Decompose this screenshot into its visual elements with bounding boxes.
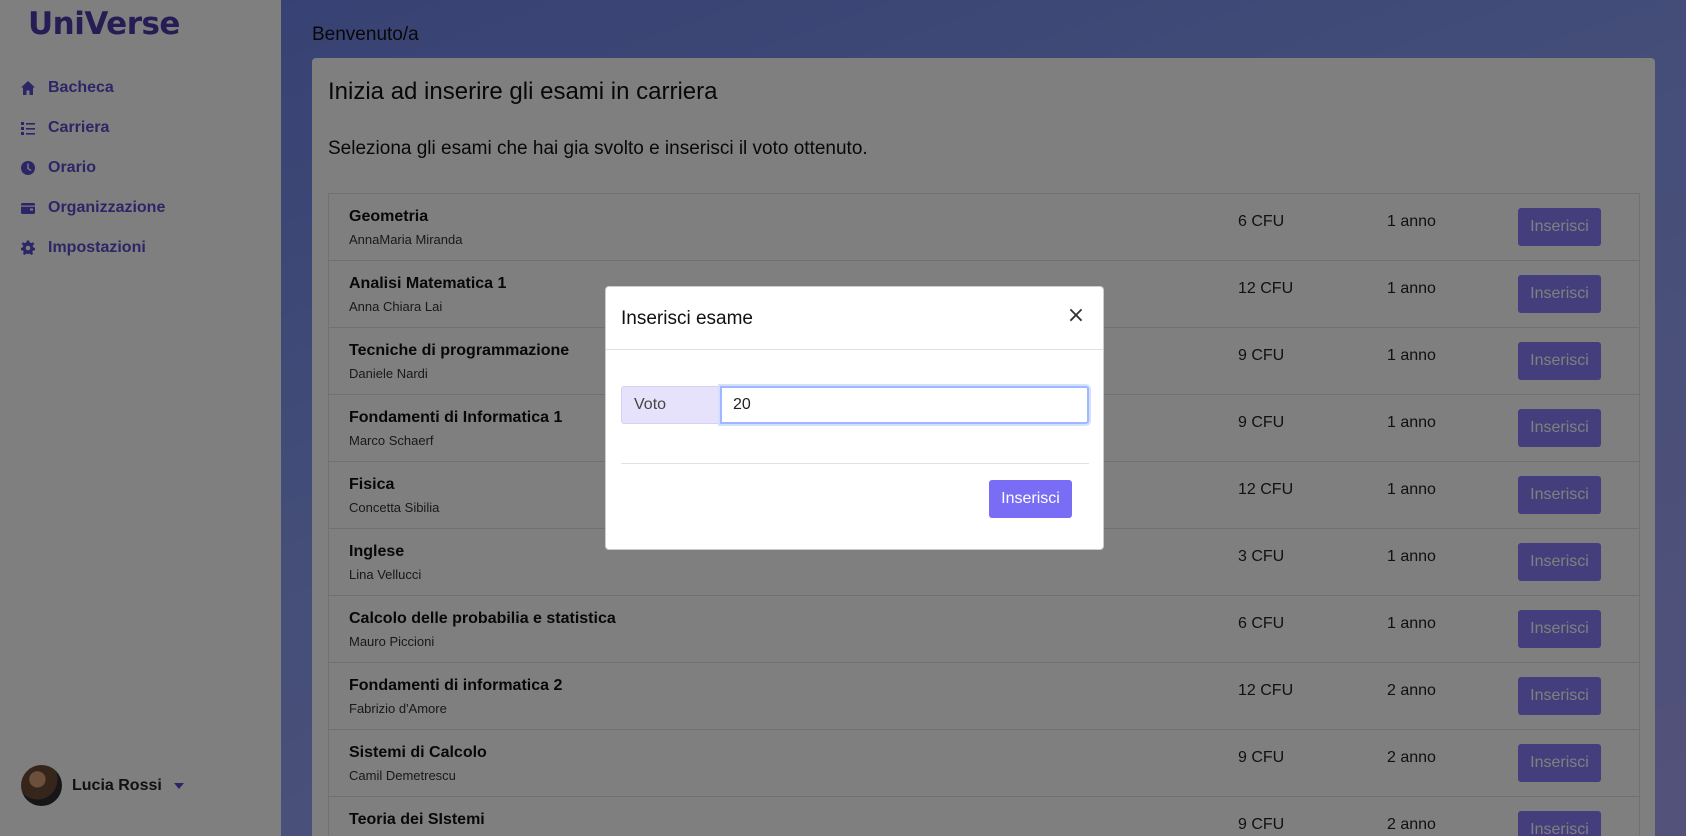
modal-header: Inserisci esame × xyxy=(606,287,1103,350)
divider xyxy=(621,463,1089,464)
close-icon[interactable]: × xyxy=(1064,303,1088,328)
submit-button[interactable]: Inserisci xyxy=(989,480,1072,518)
grade-input-group: Voto xyxy=(621,386,1089,424)
modal-title: Inserisci esame xyxy=(621,308,753,329)
grade-input[interactable] xyxy=(720,386,1089,424)
grade-label: Voto xyxy=(621,386,720,424)
insert-exam-modal: Inserisci esame × Voto Inserisci xyxy=(605,286,1104,550)
